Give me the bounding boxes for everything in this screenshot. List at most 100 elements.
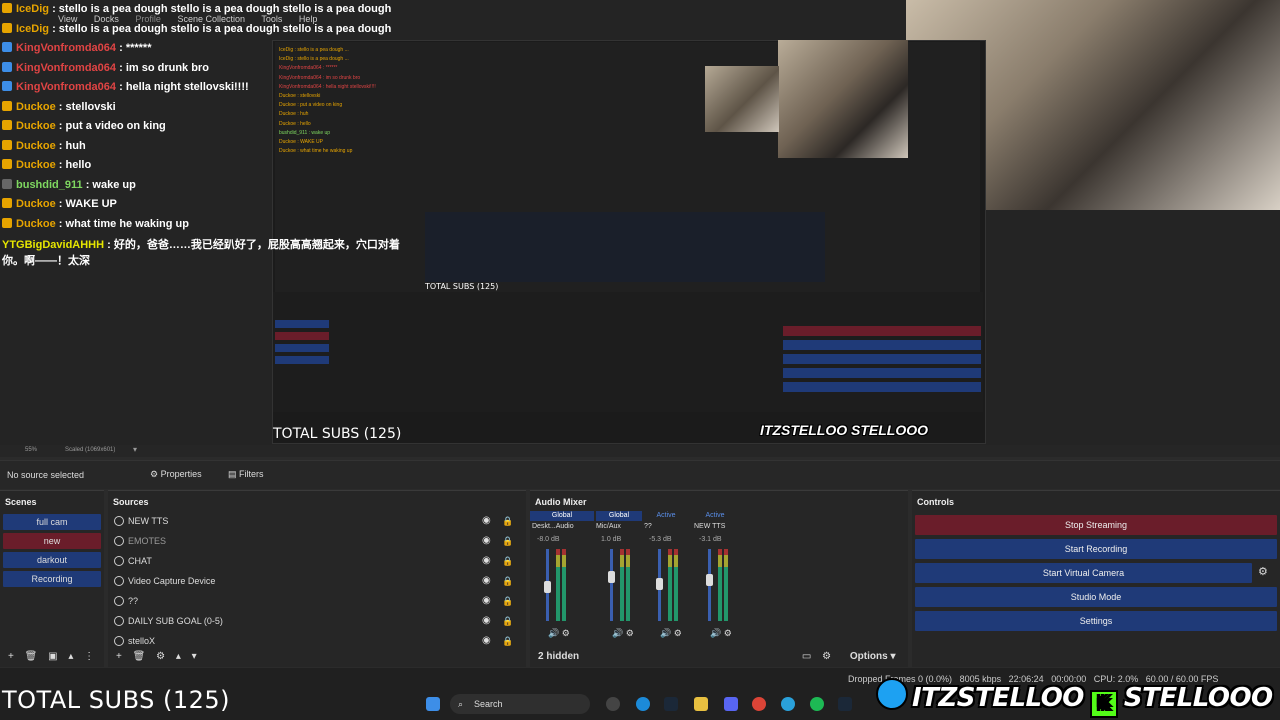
eye-icon[interactable]: ◉ [482,531,491,551]
chevron-down-icon[interactable]: ▾ [192,647,197,667]
mute-icon[interactable]: 🔊 ⚙ [710,628,732,639]
nested-total-subs-2: TOTAL SUBS (125) [273,426,402,442]
lock-icon[interactable]: 🔒 [502,591,513,611]
trash-icon[interactable]: 🗑 [133,647,146,667]
chrome-icon[interactable] [752,697,766,711]
volume-meter [674,549,678,621]
nested-kick-handle: STELLOOO [851,422,928,438]
source-type-icon [114,616,124,626]
source-item[interactable]: NEW TTS ◉ 🔒 [108,511,526,531]
volume-meter [620,549,624,621]
mixer-channel-name[interactable]: NEW TTS [694,523,725,533]
trash-icon[interactable]: 🗑 [25,647,38,667]
filters-button[interactable]: ▤ Filters [228,469,264,480]
source-item[interactable]: EMOTES ◉ 🔒 [108,531,526,551]
eye-icon[interactable]: ◉ [482,611,491,631]
source-type-icon [114,596,124,606]
volume-fader-handle[interactable] [656,577,663,590]
lock-icon[interactable]: 🔒 [502,551,513,571]
lock-icon[interactable]: 🔒 [502,571,513,591]
taskbar-search[interactable]: ⌕ Search [450,694,590,714]
eye-icon[interactable]: ◉ [482,591,491,611]
chat-badge-icon [2,159,12,169]
studio-mode-button[interactable]: Studio Mode [915,587,1277,607]
search-icon: ⌕ [458,699,464,709]
lock-icon[interactable]: 🔒 [502,511,513,531]
spotify-icon[interactable] [810,697,824,711]
chat-overlay: IceDig : stello is a pea dough stello is… [2,0,402,269]
volume-fader-handle[interactable] [706,574,713,587]
chat-text: what time he waking up [65,217,189,230]
start-virtual-camera-button[interactable]: Start Virtual Camera [915,563,1252,583]
eye-icon[interactable]: ◉ [482,551,491,571]
scene-item[interactable]: Recording [3,571,101,587]
chevron-down-icon[interactable]: ▾ [133,445,137,454]
chat-separator: : [82,178,93,191]
steam-icon[interactable] [664,697,678,711]
chat-separator: : [55,120,66,132]
options-button[interactable]: Options ▾ [842,647,896,667]
hidden-count[interactable]: 2 hidden [538,647,579,667]
source-label: DAILY SUB GOAL (0-5) [128,616,223,626]
source-item[interactable]: Video Capture Device ◉ 🔒 [108,571,526,591]
layout-icon[interactable]: ▭ [802,647,811,667]
source-item[interactable]: DAILY SUB GOAL (0-5) ◉ 🔒 [108,611,526,631]
gear-icon[interactable]: ⚙ [156,647,165,667]
add-icon[interactable]: + [116,647,122,667]
settings-icon[interactable]: ⚙ [822,647,831,667]
eye-icon[interactable]: ◉ [482,511,491,531]
chat-username: IceDig [16,22,50,35]
mute-icon[interactable]: 🔊 ⚙ [660,628,682,639]
properties-button[interactable]: ⚙ Properties [150,469,202,480]
scaled-res[interactable]: Scaled (1069x601) [65,447,115,453]
volume-fader[interactable] [610,549,613,621]
source-item[interactable]: ?? ◉ 🔒 [108,591,526,611]
volume-meter [668,549,672,621]
discord-icon[interactable] [724,697,738,711]
lock-icon[interactable]: 🔒 [502,531,513,551]
windows-start-icon[interactable] [426,697,440,711]
chat-separator: : [55,159,66,171]
mute-icon[interactable]: 🔊 ⚙ [612,628,634,639]
source-item[interactable]: CHAT ◉ 🔒 [108,551,526,571]
chat-text: wake up [92,178,136,191]
chat-message: KingVonfromda064 : im so drunk bro [2,59,402,79]
chat-badge-icon [2,81,12,91]
volume-fader-handle[interactable] [544,581,551,594]
virtual-camera-gear-icon[interactable]: ⚙ [1258,565,1268,578]
settings-button[interactable]: Settings [915,611,1277,631]
volume-fader-handle[interactable] [608,570,615,583]
mixer-channel-name[interactable]: Mic/Aux [596,523,621,533]
edge-icon[interactable] [636,697,650,711]
mixer-channel-name[interactable]: Deskt...Audio [532,523,574,533]
zoom-level[interactable]: 55% [25,447,37,453]
chat-text: stello is a pea dough stello is a pea do… [58,3,392,15]
steam-icon-2[interactable] [838,697,852,711]
scene-list: full cam new darkout Recording [0,514,104,587]
chat-separator: : [55,217,66,230]
telegram-icon[interactable] [781,697,795,711]
mute-icon[interactable]: 🔊 ⚙ [548,628,570,639]
audio-mixer-dock: Audio Mixer Global Global Active Active Desk… [530,490,908,667]
filters-label: Filters [239,469,264,479]
chevron-up-icon[interactable]: ▴ [176,647,181,667]
chat-text: hello [65,159,92,171]
add-icon[interactable]: + [8,647,14,667]
mixer-footer: 2 hidden ▭ ⚙ Options ▾ [530,647,908,667]
chat-badge-icon [2,61,12,72]
obs-icon[interactable] [606,697,620,711]
scene-item[interactable]: new [3,533,101,549]
eye-icon[interactable]: ◉ [482,571,491,591]
filter-icon[interactable]: ▣ [48,647,57,667]
stop-streaming-button[interactable]: Stop Streaming [915,515,1277,535]
scene-item[interactable]: darkout [3,552,101,568]
chevron-up-icon[interactable]: ▴ [68,647,73,667]
lock-icon[interactable]: 🔒 [502,611,513,631]
more-icon[interactable]: ⋮ [84,647,94,667]
folder-icon[interactable] [694,697,708,711]
scene-item[interactable]: full cam [3,514,101,530]
filter-icon: ▤ [228,469,237,479]
chat-badge-icon [2,22,12,33]
start-recording-button[interactable]: Start Recording [915,539,1277,559]
mixer-channel-name[interactable]: ?? [644,523,652,533]
